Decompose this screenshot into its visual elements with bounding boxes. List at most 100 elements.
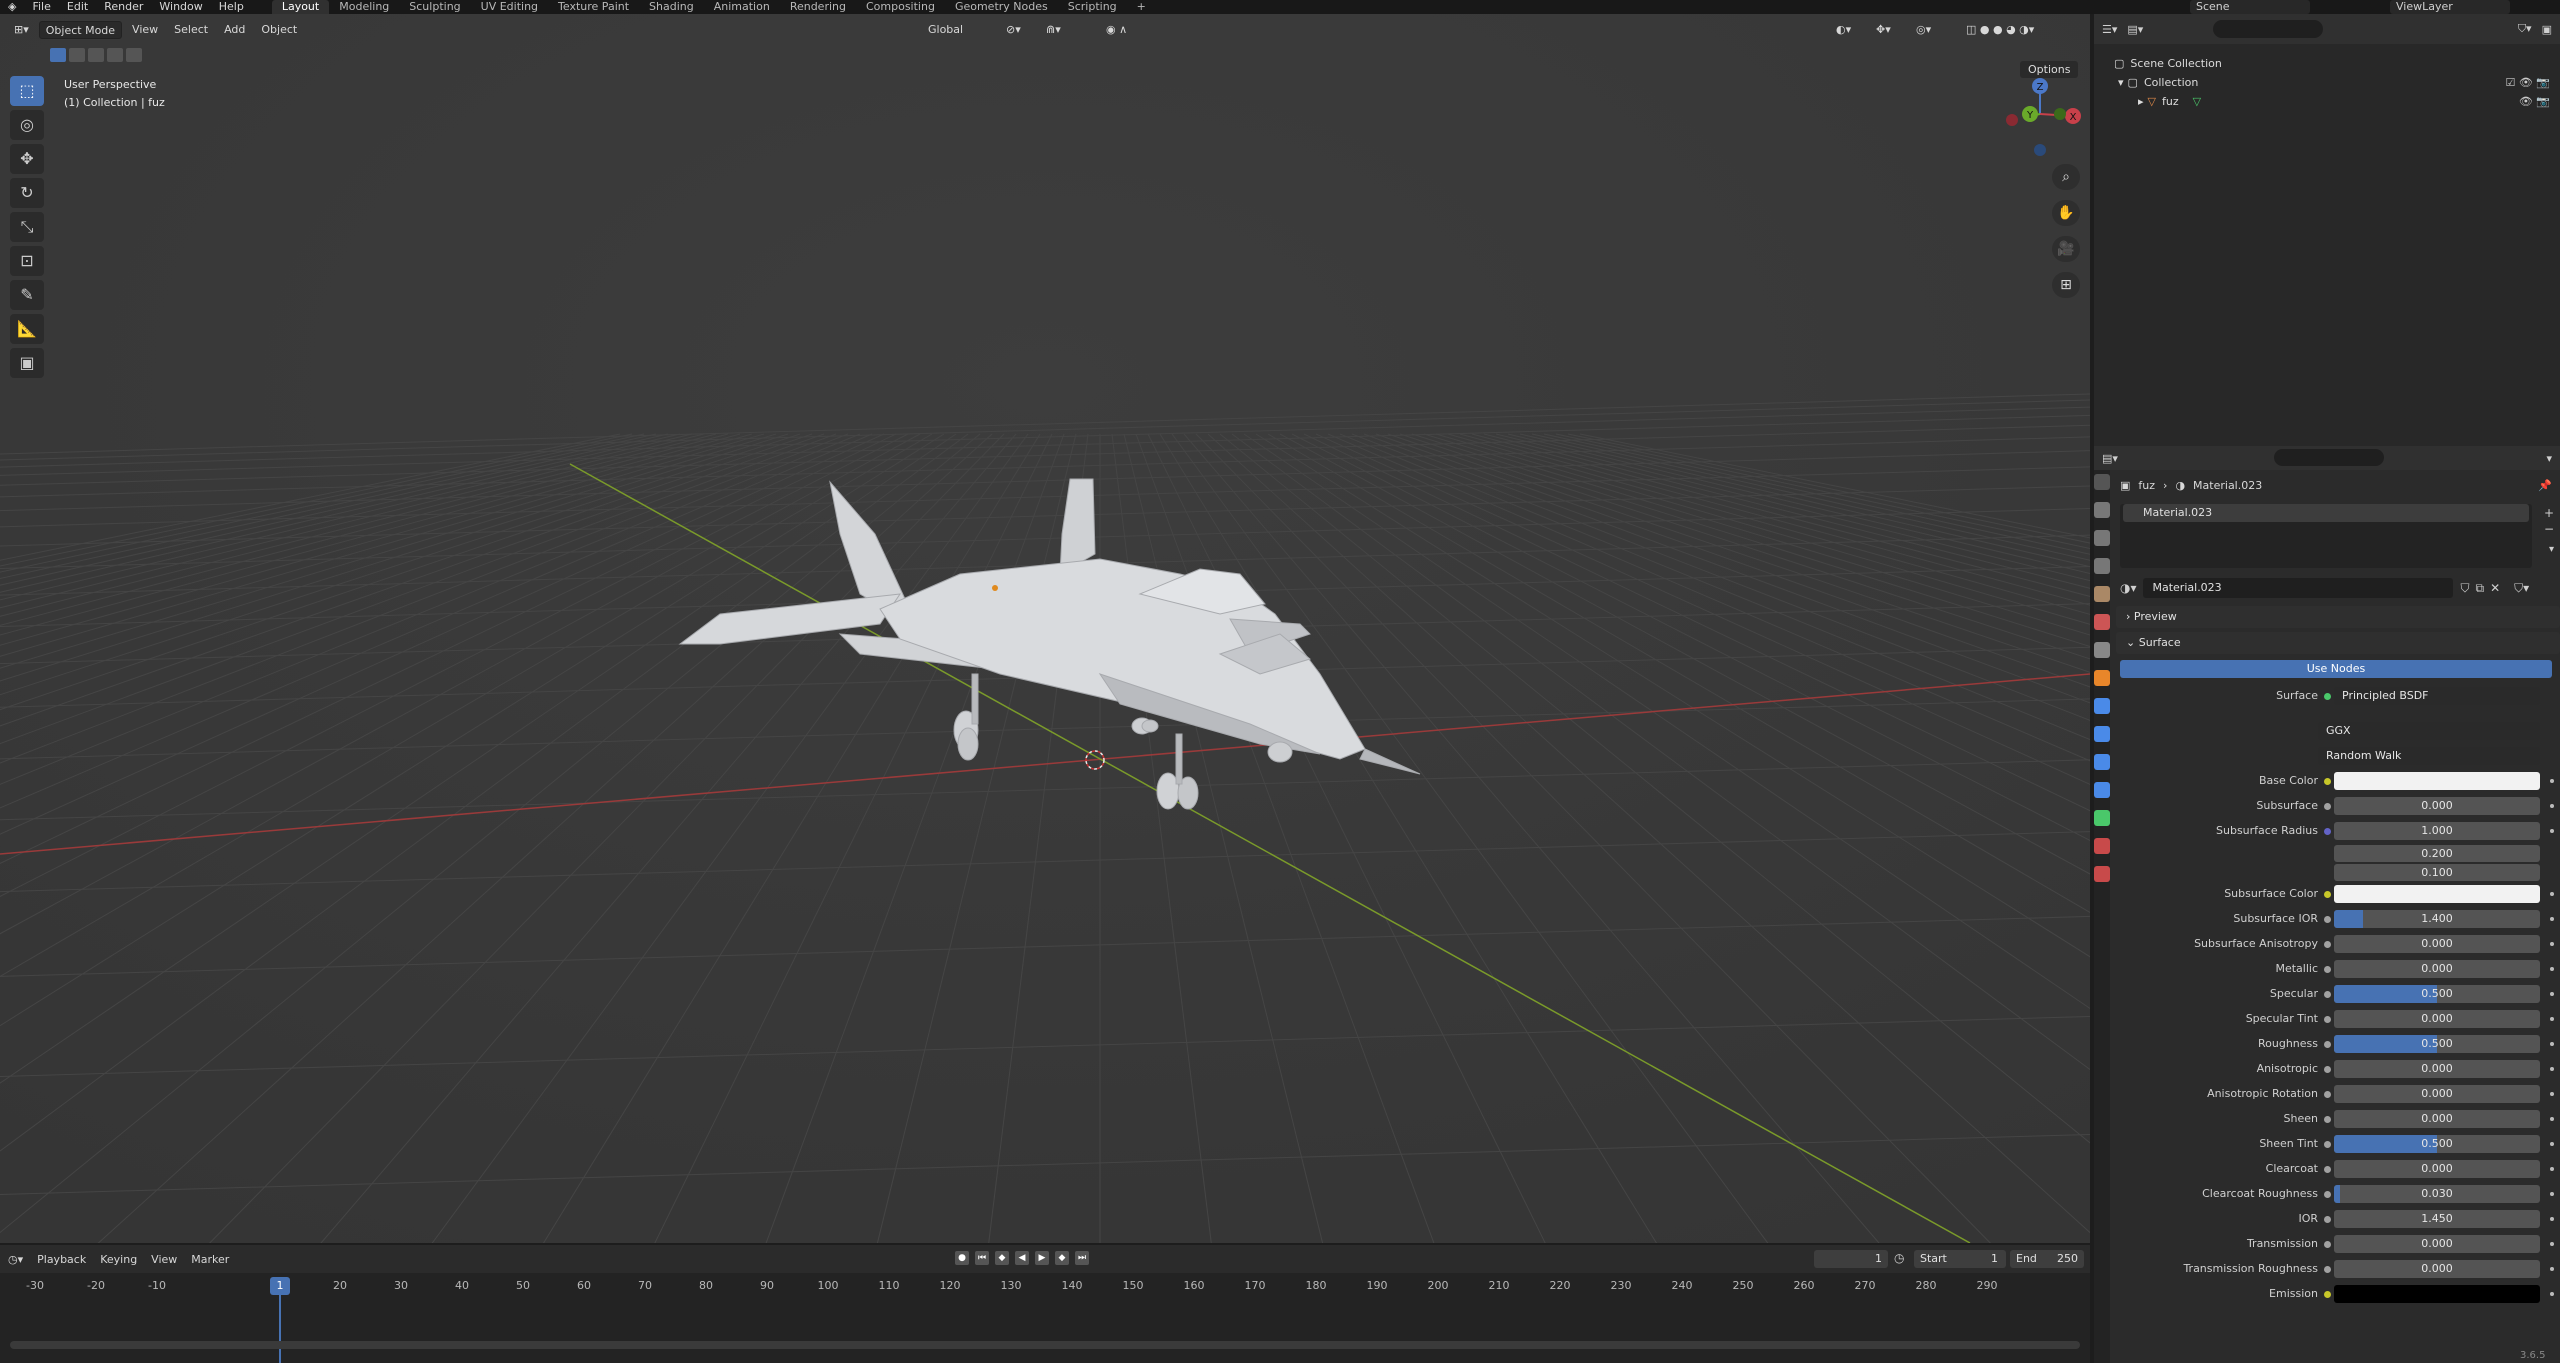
select-intersect-icon[interactable] xyxy=(126,48,142,62)
current-frame-field[interactable]: 1 xyxy=(1814,1250,1888,1268)
keyframe-dot-icon[interactable] xyxy=(2550,804,2554,808)
input-socket-icon[interactable] xyxy=(2324,1216,2331,1223)
workspace-tab-texture-paint[interactable]: Texture Paint xyxy=(548,0,639,14)
tool-tab-icon[interactable] xyxy=(2094,474,2110,490)
transform-tool-icon[interactable]: ⊡ xyxy=(10,246,44,276)
material-slot-list[interactable]: Material.023 + − ▾ xyxy=(2120,504,2554,568)
value-slider[interactable]: 0.000 xyxy=(2334,960,2540,978)
outliner-search-input[interactable] xyxy=(2213,20,2324,38)
collection-visibility-icons[interactable]: ☑ 👁 📷 xyxy=(2505,76,2550,89)
next-keyframe-icon[interactable]: ◆ xyxy=(1055,1251,1069,1265)
keyframe-dot-icon[interactable] xyxy=(2550,967,2554,971)
material-filter-icon[interactable]: ⛉▾ xyxy=(2514,581,2529,596)
rotate-tool-icon[interactable]: ↻ xyxy=(10,178,44,208)
timeline-editor-icon[interactable]: ◷▾ xyxy=(8,1253,23,1266)
view-layer-selector[interactable]: ViewLayer xyxy=(2390,0,2510,14)
menu-keying[interactable]: Keying xyxy=(100,1253,137,1266)
zoom-icon[interactable]: ⌕ xyxy=(2052,164,2080,190)
menu-select[interactable]: Select xyxy=(168,21,214,39)
select-subtract-icon[interactable] xyxy=(88,48,104,62)
workspace-tab-layout[interactable]: Layout xyxy=(271,0,330,14)
shader-socket-icon[interactable] xyxy=(2324,693,2331,700)
select-box-tool-icon[interactable]: ⬚ xyxy=(10,76,44,106)
start-frame-field[interactable]: Start 1 xyxy=(1914,1250,2006,1268)
display-mode-icon[interactable]: ▤▾ xyxy=(2127,23,2143,36)
value-slider[interactable]: 0.500 xyxy=(2334,985,2540,1003)
timeline-scrollbar[interactable] xyxy=(10,1341,2080,1349)
input-socket-icon[interactable] xyxy=(2324,1116,2331,1123)
object-mode-dropdown[interactable]: Object Mode xyxy=(38,21,123,39)
select-extend-icon[interactable] xyxy=(69,48,85,62)
menu-playback[interactable]: Playback xyxy=(37,1253,86,1266)
filter-icon[interactable]: ⛉▾ xyxy=(2518,22,2532,36)
input-socket-icon[interactable] xyxy=(2324,966,2331,973)
texture-tab-icon[interactable] xyxy=(2094,866,2110,882)
value-slider[interactable]: 0.000 xyxy=(2334,797,2540,815)
menu-marker[interactable]: Marker xyxy=(191,1253,229,1266)
object-tab-icon[interactable] xyxy=(2094,670,2110,686)
input-socket-icon[interactable] xyxy=(2324,1241,2331,1248)
value-slider[interactable]: 0.030 xyxy=(2334,1185,2540,1203)
world-tab-icon[interactable] xyxy=(2094,614,2110,630)
keyframe-dot-icon[interactable] xyxy=(2550,1167,2554,1171)
prev-keyframe-icon[interactable]: ◆ xyxy=(995,1251,1009,1265)
value-slider[interactable]: 1.000 xyxy=(2334,822,2540,840)
physics-tab-icon[interactable] xyxy=(2094,754,2110,770)
expand-chevron-icon[interactable]: ▸ xyxy=(2138,95,2144,108)
menu-window[interactable]: Window xyxy=(151,0,210,14)
input-socket-icon[interactable] xyxy=(2324,828,2331,835)
input-socket-icon[interactable] xyxy=(2324,1016,2331,1023)
input-socket-icon[interactable] xyxy=(2324,1266,2331,1273)
surface-shader-field[interactable]: Principled BSDF xyxy=(2334,687,2540,705)
keyframe-dot-icon[interactable] xyxy=(2550,829,2554,833)
overlays-icon[interactable]: ◎▾ xyxy=(1910,21,1937,39)
properties-search-input[interactable] xyxy=(2274,449,2384,466)
input-socket-icon[interactable] xyxy=(2324,1166,2331,1173)
playhead-frame-indicator[interactable]: 1 xyxy=(270,1277,290,1295)
value-slider[interactable]: 0.000 xyxy=(2334,1010,2540,1028)
annotate-tool-icon[interactable]: ✎ xyxy=(10,280,44,310)
add-slot-icon[interactable]: + xyxy=(2544,506,2554,520)
expand-chevron-icon[interactable]: ▾ xyxy=(2118,76,2124,89)
material-name-field[interactable]: Material.023 xyxy=(2142,578,2453,598)
menu-edit[interactable]: Edit xyxy=(59,0,96,14)
object-visibility-icons[interactable]: 👁 📷 xyxy=(2519,95,2550,108)
input-socket-icon[interactable] xyxy=(2324,1041,2331,1048)
transform-orientation-dropdown[interactable]: Global xyxy=(922,21,969,39)
workspace-tab-sculpting[interactable]: Sculpting xyxy=(399,0,470,14)
fake-user-icon[interactable]: ⛉ xyxy=(2461,581,2470,596)
visibility-icon[interactable]: ◐▾ xyxy=(1830,21,1857,39)
jump-end-icon[interactable]: ⏭ xyxy=(1075,1251,1089,1265)
keyframe-dot-icon[interactable] xyxy=(2550,1142,2554,1146)
input-socket-icon[interactable] xyxy=(2324,1191,2331,1198)
value-slider[interactable]: 0.000 xyxy=(2334,1110,2540,1128)
constraints-tab-icon[interactable] xyxy=(2094,782,2110,798)
outliner-row-scene-collection[interactable]: ▢ Scene Collection xyxy=(2094,54,2560,73)
measure-tool-icon[interactable]: 📐 xyxy=(10,314,44,344)
add-cube-tool-icon[interactable]: ▣ xyxy=(10,348,44,378)
pivot-icon[interactable]: ⊘▾ xyxy=(1000,21,1027,39)
color-swatch[interactable] xyxy=(2334,1285,2540,1303)
subsurface-method-dropdown[interactable]: Random Walk xyxy=(2318,747,2540,765)
value-slider[interactable]: 0.000 xyxy=(2334,935,2540,953)
modifier-tab-icon[interactable] xyxy=(2094,698,2110,714)
input-socket-icon[interactable] xyxy=(2324,803,2331,810)
properties-options-icon[interactable]: ▾ xyxy=(2546,452,2552,465)
add-workspace-button[interactable]: + xyxy=(1127,0,1156,14)
timeline-editor[interactable]: ◷▾ Playback Keying View Marker ● ⏮ ◆ ◀ ▶… xyxy=(0,1245,2090,1363)
perspective-toggle-icon[interactable]: ⊞ xyxy=(2052,272,2080,298)
keyframe-dot-icon[interactable] xyxy=(2550,1217,2554,1221)
render-tab-icon[interactable] xyxy=(2094,502,2110,518)
distribution-dropdown[interactable]: GGX xyxy=(2318,722,2540,740)
keyframe-dot-icon[interactable] xyxy=(2550,992,2554,996)
input-socket-icon[interactable] xyxy=(2324,891,2331,898)
keyframe-dot-icon[interactable] xyxy=(2550,942,2554,946)
menu-file[interactable]: File xyxy=(24,0,58,14)
workspace-tab-modeling[interactable]: Modeling xyxy=(329,0,399,14)
value-slider[interactable]: 0.100 xyxy=(2334,864,2540,881)
editor-type-icon[interactable]: ⊞▾ xyxy=(8,21,35,39)
input-socket-icon[interactable] xyxy=(2324,778,2331,785)
value-slider[interactable]: 1.450 xyxy=(2334,1210,2540,1228)
pan-hand-icon[interactable]: ✋ xyxy=(2052,200,2080,226)
material-slot-item[interactable]: Material.023 xyxy=(2123,504,2529,522)
